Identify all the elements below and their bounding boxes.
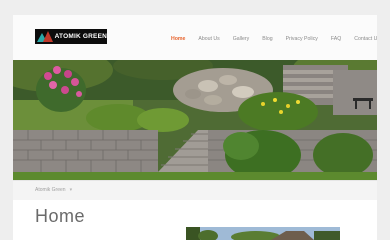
chevron-down-icon[interactable]: ▾ [70, 187, 73, 193]
nav-item-gallery[interactable]: Gallery [233, 34, 249, 44]
nav-item-privacy-policy[interactable]: Privacy Policy [286, 34, 318, 44]
nav-item-faq[interactable]: FAQ [331, 34, 341, 44]
hero-image [13, 60, 377, 180]
content-image [186, 227, 340, 240]
breadcrumb-bar: Atomik Green ▾ [13, 180, 377, 200]
nav-item-contact-us[interactable]: Contact Us [354, 34, 377, 44]
page-container: ATOMIK GREEN Home About Us Gallery Blog … [13, 15, 377, 240]
nav-item-home[interactable]: Home [171, 34, 185, 44]
nav-item-about-us[interactable]: About Us [198, 34, 219, 44]
main-nav: Home About Us Gallery Blog Privacy Polic… [171, 34, 377, 44]
logo-text: ATOMIK GREEN [54, 33, 107, 40]
breadcrumb-item[interactable]: Atomik Green [35, 187, 66, 193]
logo-mark-icon [37, 30, 53, 43]
breadcrumb: Atomik Green ▾ [35, 187, 72, 193]
site-header: ATOMIK GREEN Home About Us Gallery Blog … [13, 15, 377, 60]
page-title: Home [35, 206, 86, 226]
nav-item-blog[interactable]: Blog [262, 34, 272, 44]
site-logo[interactable]: ATOMIK GREEN [35, 29, 107, 44]
